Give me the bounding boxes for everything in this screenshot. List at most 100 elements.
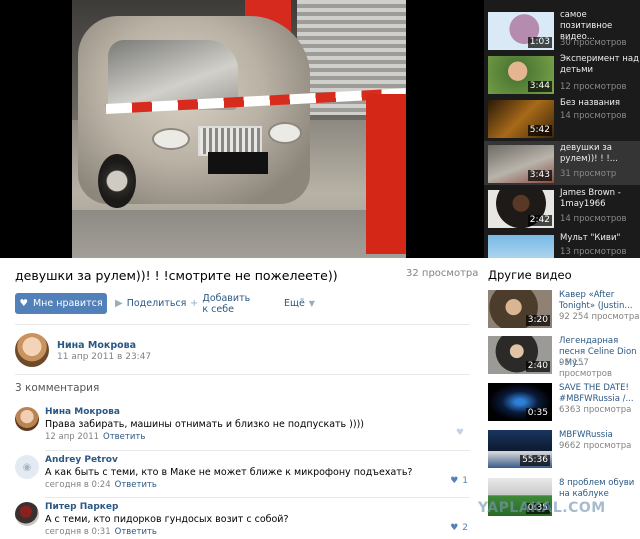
share-button[interactable]: ▶ Поделиться <box>115 293 186 314</box>
duration-badge: 2:42 <box>527 215 552 226</box>
comment-like-button[interactable]: ♥ 1 <box>450 476 468 486</box>
playlist-thumbnail: 3:43 <box>488 145 554 183</box>
playlist-thumbnail <box>488 235 554 258</box>
playlist-item-views: 30 просмотров <box>560 38 627 48</box>
playlist-item-views: 13 просмотров <box>560 247 627 257</box>
playlist: 1:03 самое позитивное видео... 30 просмо… <box>484 0 640 258</box>
other-videos-heading: Другие видео <box>488 268 572 282</box>
comment-date: сегодня в 0:31 <box>45 527 111 537</box>
heart-icon: ♥ <box>450 523 459 533</box>
commenter-avatar[interactable]: ◉ <box>15 455 39 479</box>
author-avatar[interactable] <box>15 333 49 367</box>
megaphone-icon: ▶ <box>115 298 123 309</box>
duration-badge: 0:35 <box>525 408 550 419</box>
comment-like-button[interactable]: ♥ <box>456 428 468 438</box>
reply-link[interactable]: Ответить <box>115 527 157 537</box>
comment-like-count: 2 <box>462 523 468 533</box>
video-scene-post <box>366 94 406 254</box>
video-scene-wheel <box>98 154 136 208</box>
comment: Нина Мокрова Права забирать, машины отни… <box>15 407 470 453</box>
duration-badge: 2:40 <box>525 361 550 372</box>
like-button[interactable]: ♥ Мне нравится <box>15 293 107 314</box>
playlist-item-title: Без названия <box>560 98 620 108</box>
other-video-title: 8 проблем обуви на каблуке <box>559 478 635 499</box>
video-view-count: 32 просмотра <box>406 268 479 279</box>
other-video-title: MBFWRussia <box>559 430 613 440</box>
playlist-item-views: 12 просмотров <box>560 82 627 92</box>
comment-text: А как быть с теми, кто в Маке не может б… <box>45 467 413 478</box>
playlist-item[interactable]: Мульт "Киви" 13 просмотров <box>484 231 640 258</box>
chevron-down-icon: ▼ <box>308 299 315 308</box>
divider <box>15 374 470 375</box>
comment-like-button[interactable]: ♥ 2 <box>450 523 468 533</box>
playlist-item[interactable]: 3:44 Эксперимент над детьми 12 просмотро… <box>484 52 640 96</box>
commenter-avatar[interactable] <box>15 502 39 526</box>
comment-meta: сегодня в 0:24 Ответить <box>45 480 157 490</box>
plus-icon: + <box>190 298 199 309</box>
duration-badge: 3:20 <box>525 315 550 326</box>
other-video-views: 6363 просмотра <box>559 405 632 415</box>
duration-badge: 3:43 <box>527 170 552 181</box>
more-button[interactable]: Ещё ▼ <box>284 293 315 314</box>
video-player[interactable]: 1:03 самое позитивное видео... 30 просмо… <box>0 0 640 258</box>
heart-icon: ♥ <box>455 428 464 438</box>
other-video-thumbnail: 3:20 <box>488 290 552 328</box>
video-frame[interactable] <box>72 0 406 258</box>
playlist-item-views: 14 просмотров <box>560 214 627 224</box>
duration-badge: 5:42 <box>527 125 552 136</box>
playlist-item[interactable]: 5:42 Без названия 14 просмотров <box>484 96 640 140</box>
author-name[interactable]: Нина Мокрова <box>57 340 136 351</box>
playlist-thumbnail: 1:03 <box>488 12 554 50</box>
other-video-item[interactable]: 55:36 MBFWRussia 9662 просмотра <box>488 430 640 470</box>
video-scene-headlight <box>268 122 302 144</box>
playlist-thumbnail: 5:42 <box>488 100 554 138</box>
commenter-avatar[interactable] <box>15 407 39 431</box>
commenter-name[interactable]: Andrey Petrov <box>45 455 118 465</box>
comment: ◉ Andrey Petrov А как быть с теми, кто в… <box>15 455 470 501</box>
comment-text: Права забирать, машины отнимать и близко… <box>45 419 365 430</box>
share-button-label: Поделиться <box>126 298 187 309</box>
other-video-item[interactable]: 2:40 Легендарная песня Celine Dion - My.… <box>488 336 640 379</box>
divider <box>15 324 470 325</box>
comments-count: 3 комментария <box>15 382 100 394</box>
commenter-name[interactable]: Питер Паркер <box>45 502 118 512</box>
playlist-item-title: девушки за рулем))! ! !... <box>560 143 618 164</box>
commenter-name[interactable]: Нина Мокрова <box>45 407 120 417</box>
add-to-my-videos-button[interactable]: + Добавить к себе <box>190 293 250 315</box>
other-video-thumbnail: 2:40 <box>488 336 552 374</box>
reply-link[interactable]: Ответить <box>115 480 157 490</box>
playlist-item-title: James Brown - 1mау1966 <box>560 188 621 209</box>
comment-like-count: 1 <box>462 476 468 486</box>
other-video-views: 95 157 просмотров <box>559 358 612 379</box>
other-video-item[interactable]: 3:20 Кавер «After Tonight» (Justin... 92… <box>488 290 640 330</box>
divider <box>45 497 470 498</box>
comment-meta: сегодня в 0:31 Ответить <box>45 527 157 537</box>
heart-icon: ♥ <box>450 476 459 486</box>
heart-icon: ♥ <box>19 298 28 309</box>
other-video-title: Кавер «After Tonight» (Justin... <box>559 290 633 311</box>
video-scene-headlight <box>152 128 190 150</box>
playlist-thumbnail: 2:42 <box>488 190 554 228</box>
duration-badge: 3:44 <box>527 81 552 92</box>
video-scene-plate <box>208 152 268 174</box>
more-button-label: Ещё <box>284 298 305 309</box>
comment-meta: 12 апр 2011 Ответить <box>45 432 145 442</box>
divider <box>45 450 470 451</box>
playlist-item-views: 31 просмотр <box>560 169 617 179</box>
reply-link[interactable]: Ответить <box>103 432 145 442</box>
duration-badge: 1:03 <box>527 37 552 48</box>
playlist-item-current[interactable]: 3:43 девушки за рулем))! ! !... 31 просм… <box>484 141 640 185</box>
watermark: YAPLAKAL.COM <box>478 500 606 516</box>
comment: Питер Паркер А с теми, кто пидорков гунд… <box>15 502 470 539</box>
other-video-item[interactable]: 0:35 SAVE THE DATE! #MBFWRussia /... 636… <box>488 383 640 423</box>
other-video-thumbnail: 0:35 <box>488 383 552 421</box>
playlist-item-views: 14 просмотров <box>560 111 627 121</box>
comment-date: 12 апр 2011 <box>45 432 100 442</box>
like-button-label: Мне нравится <box>32 298 103 309</box>
playlist-item-title: Мульт "Киви" <box>560 233 621 243</box>
playlist-item[interactable]: 1:03 самое позитивное видео... 30 просмо… <box>484 8 640 52</box>
upload-date: 11 апр 2011 в 23:47 <box>57 352 152 362</box>
playlist-item[interactable]: 2:42 James Brown - 1mау1966 14 просмотро… <box>484 186 640 230</box>
other-video-views: 92 254 просмотра <box>559 312 640 322</box>
camera-icon: ◉ <box>22 461 32 473</box>
